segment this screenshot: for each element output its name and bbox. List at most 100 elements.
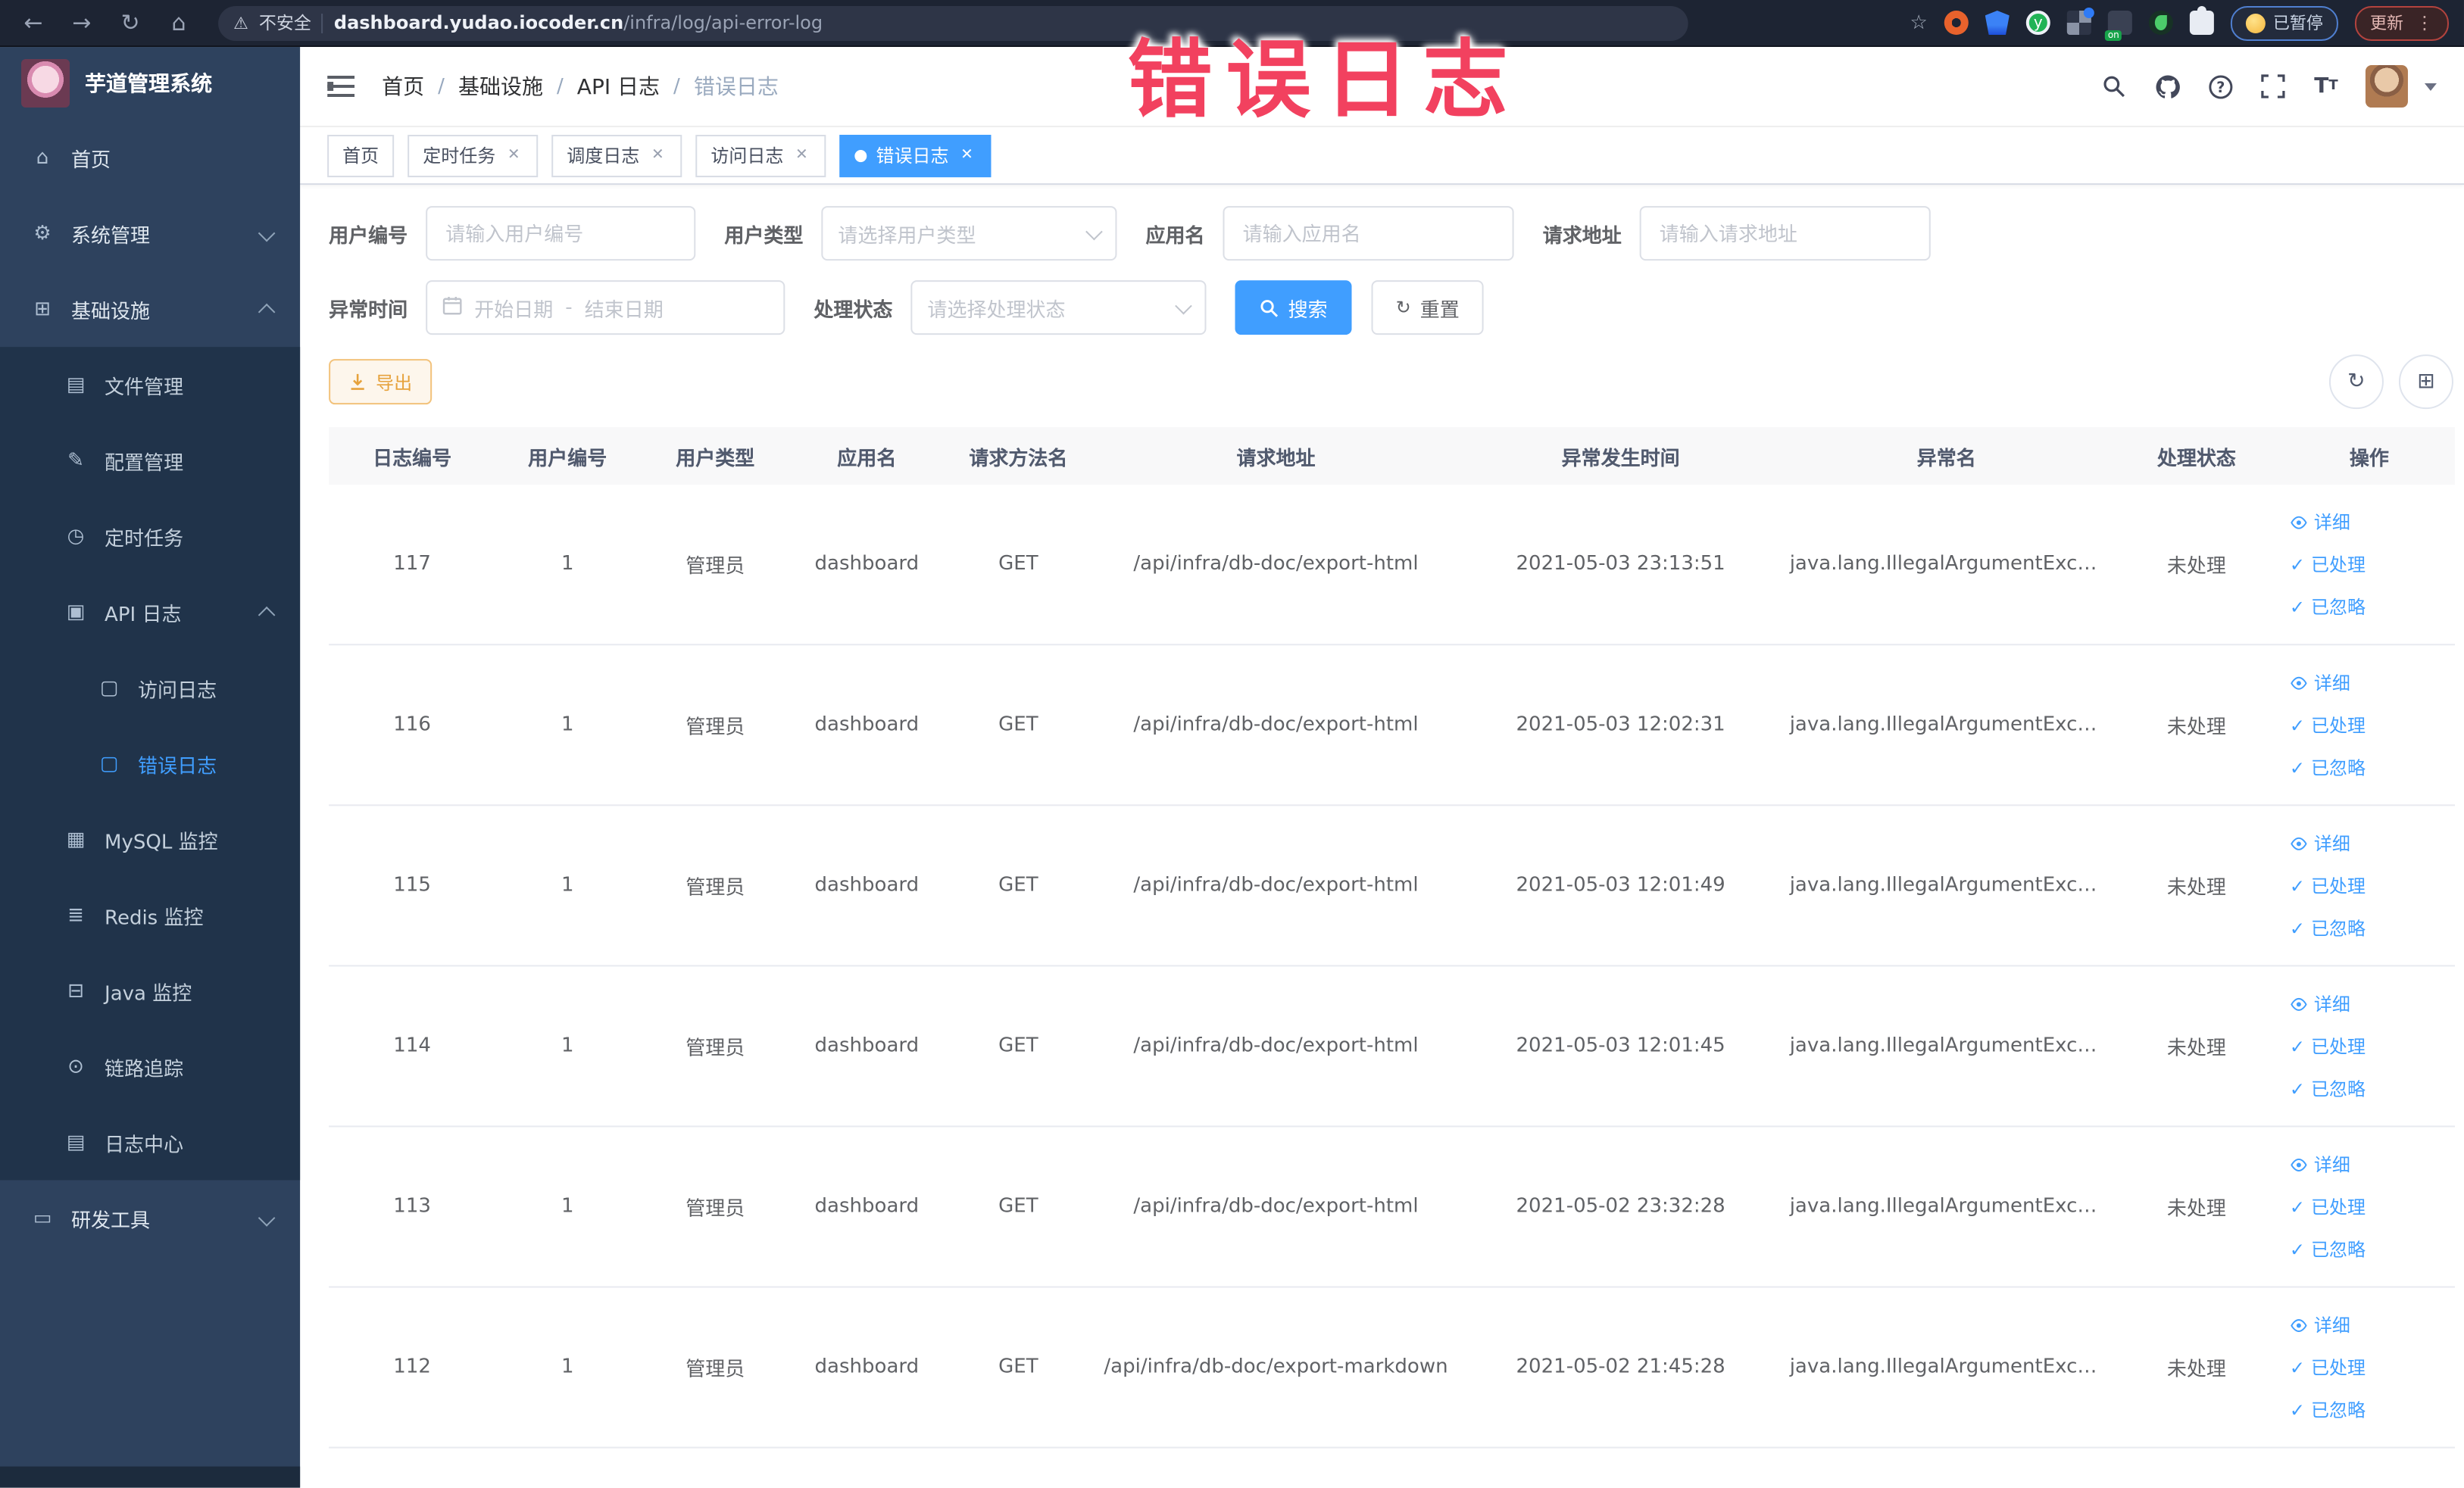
sidebar-item-access-log[interactable]: ▢ 访问日志	[0, 650, 300, 725]
refresh-button[interactable]: ↻	[2328, 354, 2384, 410]
export-button[interactable]: 导出	[329, 359, 433, 405]
extension-on-icon[interactable]	[2104, 11, 2132, 42]
extension-shield-icon[interactable]	[1985, 11, 2010, 36]
paused-badge[interactable]: 已暂停	[2230, 5, 2338, 41]
tab-access-log[interactable]: 访问日志 ✕	[695, 134, 826, 177]
processed-link[interactable]: ✓ 已处理	[2290, 1355, 2366, 1380]
eye-icon	[2291, 997, 2307, 1010]
sidebar-item-label: 系统管理	[71, 225, 151, 248]
processed-link[interactable]: ✓ 已处理	[2290, 1033, 2366, 1059]
close-icon[interactable]: ✕	[504, 146, 523, 164]
cell-method: GET	[998, 1034, 1038, 1058]
sidebar-item-java-monitor[interactable]: ⊟ Java 监控	[0, 953, 300, 1028]
sidebar-item-home[interactable]: ⌂ 首页	[0, 120, 300, 195]
user-avatar[interactable]	[2365, 65, 2408, 108]
detail-link[interactable]: 详细	[2290, 1151, 2350, 1177]
exception-time-range-picker[interactable]: 开始日期 - 结束日期	[426, 280, 785, 335]
address-bar[interactable]: ⚠ 不安全 dashboard.yudao.iocoder.cn/infra/l…	[218, 5, 1688, 41]
search-icon[interactable]	[2100, 73, 2128, 100]
cell-actions: 详细 ✓ 已处理 ✓ 已忽略	[2284, 1151, 2455, 1262]
sidebar-item-log-center[interactable]: ▤ 日志中心	[0, 1104, 300, 1180]
app-logo-row[interactable]: 芋道管理系统	[0, 47, 300, 120]
sidebar-item-label: API 日志	[105, 604, 182, 627]
detail-link[interactable]: 详细	[2290, 990, 2350, 1016]
close-icon[interactable]: ✕	[792, 146, 810, 164]
cell-user-id: 1	[561, 1034, 574, 1058]
sidebar-item-scheduled-tasks[interactable]: ◷ 定时任务	[0, 498, 300, 574]
processed-link[interactable]: ✓ 已处理	[2290, 872, 2366, 898]
table-row: 116 1 管理员 dashboard GET /api/infra/db-do…	[329, 645, 2455, 806]
edit-icon: ✎	[67, 449, 84, 473]
processed-link[interactable]: ✓ 已处理	[2290, 712, 2366, 738]
cell-process-status: 未处理	[2166, 1359, 2226, 1382]
tab-home[interactable]: 首页	[327, 134, 395, 177]
github-icon[interactable]	[2153, 73, 2181, 100]
sidebar-item-system-management[interactable]: ⚙ 系统管理	[0, 195, 300, 271]
calendar-icon	[442, 295, 462, 320]
ignored-link[interactable]: ✓ 已忽略	[2290, 754, 2366, 780]
cell-request-url: /api/infra/db-doc/export-html	[1133, 1195, 1419, 1218]
search-button[interactable]: 搜索	[1235, 280, 1352, 335]
column-settings-button[interactable]: ⊞	[2398, 354, 2453, 410]
cell-exception-time: 2021-05-03 12:01:45	[1516, 1034, 1725, 1058]
breadcrumb-infrastructure[interactable]: 基础设施	[458, 71, 543, 101]
process-status-select[interactable]: 请选择处理状态	[910, 280, 1207, 335]
detail-link[interactable]: 详细	[2290, 669, 2350, 695]
reload-icon[interactable]: ↻	[112, 5, 148, 41]
extension-sprout-icon[interactable]	[2148, 11, 2173, 36]
extensions-puzzle-icon[interactable]	[2189, 6, 2214, 36]
sidebar-item-dev-tools[interactable]: ▭ 研发工具	[0, 1180, 300, 1256]
processed-link[interactable]: ✓ 已处理	[2290, 1193, 2366, 1219]
user-id-input[interactable]	[426, 206, 696, 261]
cell-app-name: dashboard	[814, 553, 920, 576]
cell-method: GET	[998, 874, 1038, 897]
extension-orange-icon[interactable]	[1944, 11, 1969, 36]
cell-user-type: 管理员	[685, 1198, 745, 1221]
reset-button[interactable]: ↻ 重置	[1371, 280, 1484, 335]
breadcrumb-api-log[interactable]: API 日志	[577, 71, 660, 101]
cell-user-type: 管理员	[685, 1359, 745, 1382]
processed-link[interactable]: ✓ 已处理	[2290, 551, 2366, 577]
home-icon[interactable]: ⌂	[161, 5, 197, 41]
ignored-link[interactable]: ✓ 已忽略	[2290, 1397, 2366, 1423]
ignored-link[interactable]: ✓ 已忽略	[2290, 1075, 2366, 1101]
help-icon[interactable]: ?	[2206, 73, 2234, 100]
request-url-input[interactable]	[1639, 206, 1931, 261]
back-icon[interactable]: ←	[15, 5, 52, 41]
tab-scheduled-tasks[interactable]: 定时任务 ✕	[408, 134, 539, 177]
tab-error-log[interactable]: 错误日志 ✕	[839, 134, 992, 177]
avatar-caret-icon[interactable]	[2424, 83, 2437, 91]
collapse-sidebar-icon[interactable]	[327, 71, 358, 101]
app-name-input[interactable]	[1223, 206, 1514, 261]
bookmark-star-icon[interactable]: ☆	[1910, 11, 1927, 34]
sidebar-item-redis-monitor[interactable]: ≣ Redis 监控	[0, 877, 300, 953]
sidebar-item-api-log[interactable]: ▣ API 日志	[0, 574, 300, 650]
forward-icon[interactable]: →	[64, 5, 100, 41]
detail-link[interactable]: 详细	[2290, 509, 2350, 535]
cell-user-id: 1	[561, 874, 574, 897]
sidebar-item-mysql-monitor[interactable]: ▦ MySQL 监控	[0, 801, 300, 877]
extension-grid-icon[interactable]	[2066, 8, 2094, 36]
tab-schedule-log[interactable]: 调度日志 ✕	[551, 134, 682, 177]
user-type-select[interactable]: 请选择用户类型	[821, 206, 1117, 261]
breadcrumb-home[interactable]: 首页	[382, 71, 424, 101]
sidebar-item-file-management[interactable]: ▤ 文件管理	[0, 347, 300, 423]
extension-green-icon[interactable]: y	[2025, 11, 2050, 36]
sidebar-item-infrastructure[interactable]: ⊞ 基础设施	[0, 271, 300, 347]
detail-link[interactable]: 详细	[2290, 830, 2350, 856]
ignored-link[interactable]: ✓ 已忽略	[2290, 1236, 2366, 1262]
tags-view-bar: 首页 定时任务 ✕ 调度日志 ✕ 访问日志 ✕ 错误日志 ✕	[300, 127, 2464, 186]
close-icon[interactable]: ✕	[648, 146, 667, 164]
sidebar-item-error-log[interactable]: ▢ 错误日志	[0, 725, 300, 801]
kebab-menu-icon[interactable]: ⋮	[2416, 12, 2434, 33]
sidebar-item-trace[interactable]: ⊙ 链路追踪	[0, 1028, 300, 1104]
detail-link[interactable]: 详细	[2290, 1312, 2350, 1338]
fullscreen-icon[interactable]	[2259, 73, 2287, 100]
font-size-icon[interactable]: TT	[2313, 73, 2340, 100]
cell-exception-name: java.lang.IllegalArgumentException	[1789, 1355, 2110, 1379]
sidebar-item-config-management[interactable]: ✎ 配置管理	[0, 423, 300, 498]
update-badge[interactable]: 更新 ⋮	[2354, 5, 2449, 41]
close-icon[interactable]: ✕	[958, 146, 976, 164]
ignored-link[interactable]: ✓ 已忽略	[2290, 915, 2366, 941]
ignored-link[interactable]: ✓ 已忽略	[2290, 594, 2366, 619]
